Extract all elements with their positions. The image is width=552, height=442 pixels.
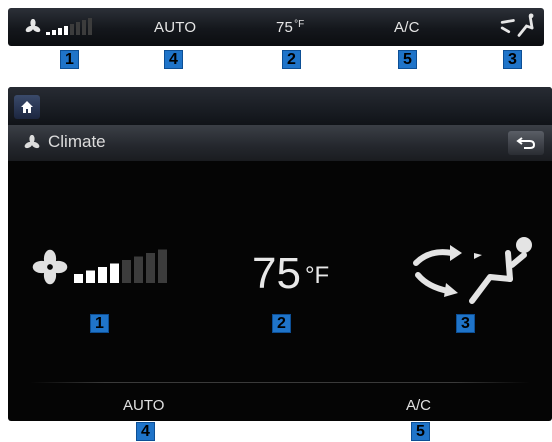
fan-level-bar <box>158 249 167 283</box>
strip-auto-label[interactable]: AUTO <box>154 8 196 46</box>
fan-level-bar <box>86 270 95 283</box>
fan-icon <box>32 249 68 285</box>
callout-badge-3: 3 <box>456 314 475 333</box>
fan-level-bar <box>58 28 62 35</box>
seat-airflow-icon <box>413 237 532 304</box>
fan-speed-control[interactable] <box>30 247 170 287</box>
ac-button[interactable]: A/C <box>406 397 431 414</box>
page-title: Climate <box>48 132 106 151</box>
fan-level-bar <box>64 26 68 35</box>
fan-level-bar <box>46 32 50 35</box>
fan-level-bar <box>98 267 107 283</box>
bottom-divider <box>30 382 530 383</box>
temperature-unit: °F <box>304 262 330 289</box>
fan-level-bars <box>74 249 167 283</box>
callout-badge-3: 3 <box>503 50 522 69</box>
fan-level-bar <box>52 30 56 35</box>
callout-badge-4: 4 <box>164 50 183 69</box>
callout-badge-1: 1 <box>60 50 79 69</box>
seat-airflow-icon <box>500 13 534 37</box>
fan-level-bar <box>110 263 119 283</box>
temperature-value: 75 <box>252 249 301 298</box>
auto-button[interactable]: AUTO <box>123 397 164 414</box>
fan-level-bar <box>88 18 92 35</box>
fan-level-bar <box>82 20 86 35</box>
strip-temperature[interactable]: 75 °F <box>276 8 304 46</box>
fan-level-bar <box>122 260 131 283</box>
fan-level-bar <box>76 22 80 35</box>
temperature-display[interactable]: 75 °F <box>252 252 329 296</box>
top-bar <box>8 87 552 125</box>
back-button[interactable] <box>508 131 544 155</box>
strip-fan-level-bars <box>46 18 92 35</box>
airflow-mode-control[interactable] <box>412 235 538 311</box>
back-arrow-icon <box>516 137 536 149</box>
callout-badge-2: 2 <box>282 50 301 69</box>
home-icon <box>21 101 33 113</box>
fan-level-bar <box>74 274 83 283</box>
fan-level-bar <box>146 253 155 283</box>
fan-icon <box>24 135 40 149</box>
callout-badge-1: 1 <box>90 314 109 333</box>
home-button[interactable] <box>14 95 40 119</box>
fan-level-bar <box>134 256 143 283</box>
callout-badge-4: 4 <box>136 422 155 441</box>
callout-badge-2: 2 <box>272 314 291 333</box>
callout-badge-5: 5 <box>398 50 417 69</box>
strip-airflow[interactable] <box>500 8 538 46</box>
climate-screen: Climate 75 °F 1 2 3 AUTO A/C <box>8 87 552 421</box>
fan-icon <box>25 19 41 33</box>
title-bar: Climate <box>8 125 552 161</box>
climate-status-strip: AUTO 75 °F A/C <box>8 8 544 46</box>
callout-badge-5: 5 <box>411 422 430 441</box>
strip-temperature-unit: °F <box>294 18 305 30</box>
strip-fan-speed[interactable] <box>22 8 96 46</box>
fan-level-bar <box>70 24 74 35</box>
strip-temperature-value: 75 <box>276 18 294 36</box>
strip-ac-label[interactable]: A/C <box>394 8 420 46</box>
